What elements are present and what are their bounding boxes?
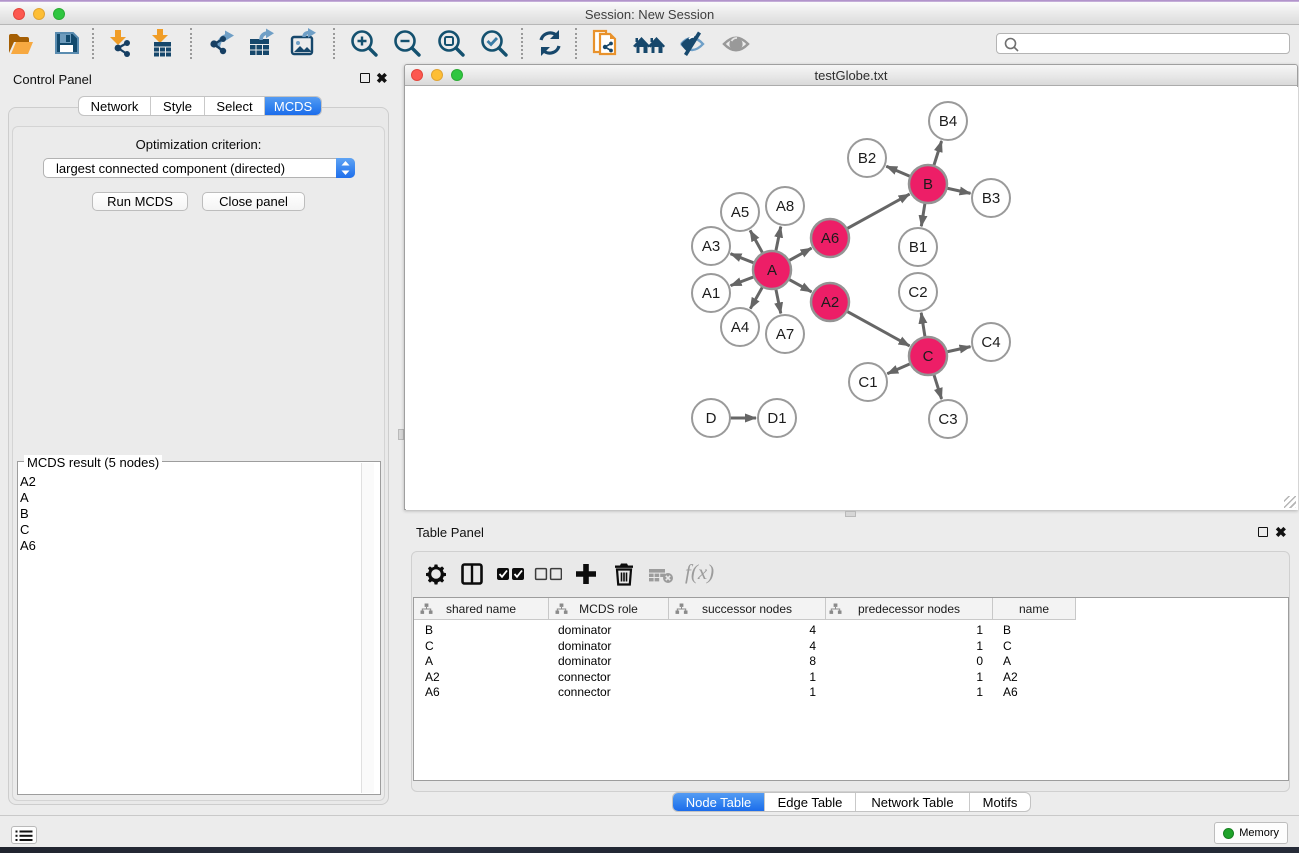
svg-text:C4: C4 [981, 334, 1000, 351]
svg-text:A5: A5 [731, 204, 749, 221]
svg-text:B2: B2 [858, 150, 876, 167]
svg-text:C1: C1 [858, 374, 877, 391]
svg-text:B1: B1 [909, 239, 927, 256]
svg-text:C3: C3 [938, 411, 957, 428]
svg-text:A1: A1 [702, 285, 720, 302]
svg-text:C: C [923, 348, 934, 365]
svg-text:D1: D1 [767, 410, 786, 427]
svg-text:A2: A2 [821, 294, 839, 311]
svg-text:D: D [706, 410, 717, 427]
svg-text:A8: A8 [776, 198, 794, 215]
svg-text:A7: A7 [776, 326, 794, 343]
svg-text:B3: B3 [982, 190, 1000, 207]
svg-text:A3: A3 [702, 238, 720, 255]
svg-text:B4: B4 [939, 113, 957, 130]
svg-text:A6: A6 [821, 230, 839, 247]
svg-text:A4: A4 [731, 319, 749, 336]
svg-text:A: A [767, 262, 777, 279]
svg-text:C2: C2 [908, 284, 927, 301]
svg-text:B: B [923, 176, 933, 193]
